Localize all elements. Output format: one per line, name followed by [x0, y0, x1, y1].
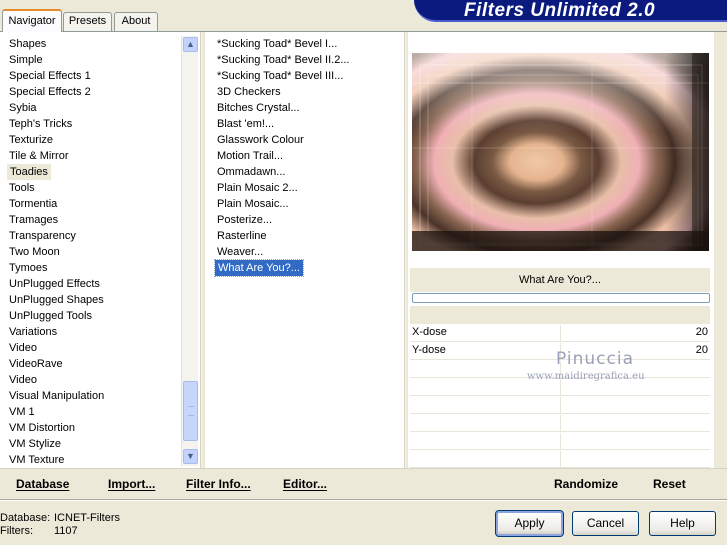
param-row[interactable]: X-dose 20: [410, 325, 710, 342]
progress-bar: [412, 293, 710, 303]
editor-button[interactable]: Editor...: [283, 474, 327, 494]
param-split: [560, 415, 561, 431]
filter-item[interactable]: 3D Checkers: [215, 84, 281, 100]
param-row: [410, 397, 710, 414]
category-scrollbar[interactable]: ▲ ▼: [181, 36, 198, 466]
category-item[interactable]: VideoRave: [7, 356, 63, 372]
watermark-url: www.maidiregrafica.eu: [527, 371, 645, 382]
category-item[interactable]: Tymoes: [7, 260, 48, 276]
filter-item[interactable]: Motion Trail...: [215, 148, 283, 164]
param-label: Y-dose: [412, 344, 446, 356]
selected-filter-name: What Are You?...: [410, 268, 710, 292]
scroll-thumb[interactable]: [183, 381, 198, 441]
category-item[interactable]: Tormentia: [7, 196, 57, 212]
filter-item[interactable]: Bitches Crystal...: [215, 100, 300, 116]
filter-item[interactable]: Weaver...: [215, 244, 263, 260]
panel-divider: [200, 32, 202, 468]
tab-about[interactable]: About: [114, 12, 158, 31]
category-item[interactable]: Special Effects 1: [7, 68, 91, 84]
category-item[interactable]: Tramages: [7, 212, 58, 228]
category-item[interactable]: Transparency: [7, 228, 76, 244]
import-button[interactable]: Import...: [108, 474, 155, 494]
status-database-label: Database:: [0, 512, 51, 524]
apply-button[interactable]: Apply: [495, 510, 564, 537]
filter-item[interactable]: Ommadawn...: [215, 164, 285, 180]
category-item[interactable]: Sybia: [7, 100, 37, 116]
param-split: [560, 451, 561, 467]
category-item[interactable]: VM Texture: [7, 452, 64, 468]
category-item[interactable]: Tile & Mirror: [7, 148, 68, 164]
filter-list[interactable]: *Sucking Toad* Bevel I... *Sucking Toad* …: [205, 32, 404, 468]
scroll-down-button[interactable]: ▼: [183, 449, 198, 464]
footer-separator: [0, 499, 727, 501]
filter-item[interactable]: Rasterline: [215, 228, 267, 244]
help-button[interactable]: Help: [649, 511, 716, 536]
chevron-up-icon: ▲: [186, 39, 195, 49]
category-item[interactable]: Video: [7, 372, 37, 388]
filter-item[interactable]: *Sucking Toad* Bevel II.2...: [215, 52, 350, 68]
filter-item[interactable]: Posterize...: [215, 212, 272, 228]
param-split: [560, 325, 561, 341]
category-item[interactable]: Texturize: [7, 132, 53, 148]
category-item[interactable]: Simple: [7, 52, 43, 68]
filter-item[interactable]: Plain Mosaic 2...: [215, 180, 298, 196]
scroll-up-button[interactable]: ▲: [183, 37, 198, 52]
filter-item[interactable]: Glasswork Colour: [215, 132, 304, 148]
filter-item[interactable]: Blast 'em!...: [215, 116, 274, 132]
category-item[interactable]: Variations: [7, 324, 57, 340]
filter-preview[interactable]: [412, 53, 709, 251]
filter-item[interactable]: Plain Mosaic...: [215, 196, 289, 212]
reset-button[interactable]: Reset: [653, 474, 686, 494]
tab-presets[interactable]: Presets: [63, 12, 112, 31]
param-row: [410, 415, 710, 432]
filter-info-button[interactable]: Filter Info...: [186, 474, 251, 494]
param-value[interactable]: 20: [696, 344, 708, 356]
category-list[interactable]: Shapes Simple Special Effects 1 Special Eff…: [0, 32, 200, 468]
tab-strip-line: [0, 31, 727, 32]
randomize-button[interactable]: Randomize: [554, 474, 618, 494]
filter-item[interactable]: *Sucking Toad* Bevel III...: [215, 68, 343, 84]
database-button[interactable]: Database: [16, 474, 69, 494]
chevron-down-icon: ▼: [186, 451, 195, 461]
category-item[interactable]: Two Moon: [7, 244, 60, 260]
preview-image: [412, 53, 709, 251]
category-item[interactable]: UnPlugged Tools: [7, 308, 92, 324]
category-item[interactable]: UnPlugged Shapes: [7, 292, 104, 308]
category-item[interactable]: Shapes: [7, 36, 46, 52]
category-item[interactable]: VM Distortion: [7, 420, 75, 436]
category-item[interactable]: UnPlugged Effects: [7, 276, 100, 292]
param-split: [560, 433, 561, 449]
param-row: [410, 451, 710, 468]
param-label: X-dose: [412, 326, 447, 338]
category-item[interactable]: VM Stylize: [7, 436, 61, 452]
category-item[interactable]: Video: [7, 340, 37, 356]
category-item[interactable]: Visual Manipulation: [7, 388, 104, 404]
params-header: [410, 306, 710, 324]
filter-item[interactable]: *Sucking Toad* Bevel I...: [215, 36, 337, 52]
category-item[interactable]: Special Effects 2: [7, 84, 91, 100]
status-filters-value: 1107: [54, 525, 78, 537]
cancel-button[interactable]: Cancel: [572, 511, 639, 536]
status-filters-label: Filters:: [0, 525, 33, 537]
watermark-name: Pinuccia: [556, 349, 634, 369]
category-item[interactable]: Toadies: [7, 164, 51, 180]
param-row: [410, 433, 710, 450]
app-banner: Filters Unlimited 2.0: [414, 0, 727, 22]
category-item[interactable]: VM 1: [7, 404, 35, 420]
category-item[interactable]: Tools: [7, 180, 35, 196]
category-item[interactable]: Teph's Tricks: [7, 116, 72, 132]
tab-navigator[interactable]: Navigator: [2, 9, 62, 32]
filter-item[interactable]: What Are You?...: [214, 259, 304, 277]
status-database-value: ICNET-Filters: [54, 512, 120, 524]
panel-divider-2: [404, 32, 406, 468]
param-value[interactable]: 20: [696, 326, 708, 338]
param-split: [560, 397, 561, 413]
